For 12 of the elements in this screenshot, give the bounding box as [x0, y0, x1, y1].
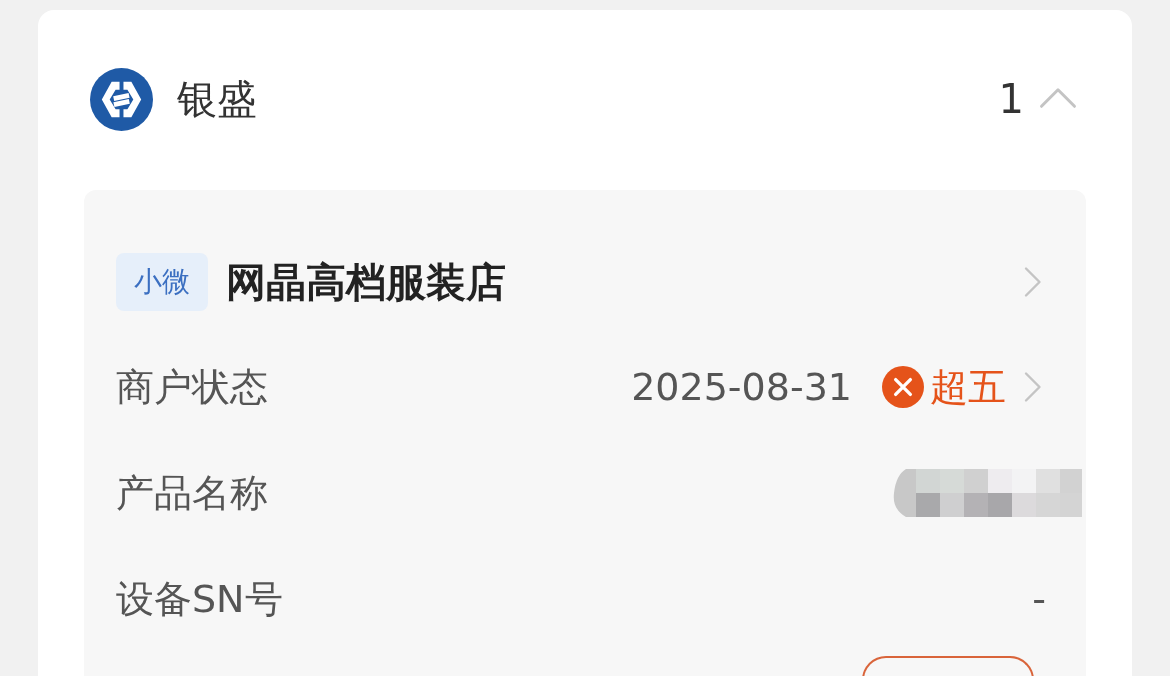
logo-icon	[90, 67, 153, 131]
merchant-status: 超五	[930, 363, 1006, 411]
field-label: 产品名称	[116, 469, 268, 517]
field-label: 设备SN号	[116, 575, 283, 623]
field-value: -	[1032, 575, 1046, 623]
merchant-tag: 小微	[116, 253, 208, 311]
merchant-count: 1	[998, 75, 1024, 124]
merchant-header[interactable]: 小微 网晶高档服装店	[116, 230, 1054, 334]
expiry-date: 2025-08-31	[631, 363, 852, 411]
field-label: 商户状态	[116, 363, 268, 411]
bank-name: 银盛	[177, 75, 257, 124]
merchant-name: 网晶高档服装店	[226, 258, 506, 307]
